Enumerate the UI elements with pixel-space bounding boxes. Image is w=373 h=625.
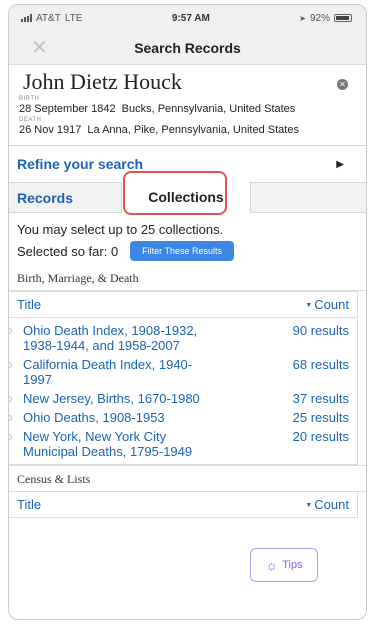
- collection-title[interactable]: California Death Index, 1940-1997: [17, 357, 207, 387]
- lightbulb-icon: ☼: [265, 557, 279, 573]
- tips-label: Tips: [282, 559, 303, 571]
- count-header-label: Count: [314, 497, 349, 512]
- selection-limit-text: You may select up to 25 collections.: [17, 222, 224, 237]
- phone-screen: AT&T LTE 9:57 AM ➤ 92% ✕ Search Records …: [8, 4, 367, 620]
- collections-info: You may select up to 25 collections. Sel…: [9, 213, 366, 261]
- table-rows: Ohio Death Index, 1908-1932, 1938-1944, …: [9, 318, 357, 464]
- network-type: LTE: [64, 12, 83, 24]
- count-header-label: Count: [314, 297, 349, 312]
- collection-title[interactable]: New York, New York City Municipal Deaths…: [17, 429, 207, 459]
- table-row[interactable]: Ohio Death Index, 1908-1932, 1938-1944, …: [9, 322, 357, 356]
- table-row[interactable]: Ohio Deaths, 1908-1953 25 results: [9, 409, 357, 428]
- checkbox-icon[interactable]: [9, 362, 12, 368]
- section-label-census-lists: Census & Lists: [9, 465, 366, 492]
- collection-count[interactable]: 25 results: [293, 410, 349, 425]
- checkbox-icon[interactable]: [9, 328, 12, 334]
- clock: 9:57 AM: [171, 12, 210, 24]
- sort-by-count[interactable]: ▼ Count: [305, 497, 349, 512]
- battery-icon: [333, 14, 352, 22]
- caret-down-icon: ▼: [305, 502, 313, 510]
- birth-place: Bucks, Pennsylvania, United States: [121, 103, 296, 115]
- highlight-annotation: [123, 171, 227, 215]
- table-header: Title ▼ Count: [9, 492, 358, 518]
- checkbox-icon[interactable]: [9, 434, 12, 440]
- collection-title[interactable]: New Jersey, Births, 1670-1980: [17, 391, 207, 406]
- tab-records[interactable]: Records: [17, 190, 73, 206]
- death-date: 26 Nov 1917: [19, 124, 82, 136]
- checkbox-icon[interactable]: [9, 396, 12, 402]
- page-title: Search Records: [134, 39, 241, 56]
- tips-button[interactable]: ☼ Tips: [250, 548, 318, 582]
- collection-title[interactable]: Ohio Death Index, 1908-1932, 1938-1944, …: [17, 323, 207, 353]
- sort-by-title[interactable]: Title: [17, 497, 41, 512]
- refine-search-label: Refine your search: [17, 156, 144, 172]
- collection-count[interactable]: 37 results: [293, 391, 349, 406]
- triangle-right-icon: ▶: [336, 158, 344, 170]
- collections-table: Title ▼ Count Ohio Death Index, 1908-1932…: [9, 291, 358, 465]
- birth-date: 28 September 1842: [19, 103, 116, 115]
- signal-icon: [21, 14, 32, 22]
- section-label-birth-marriage-death: Birth, Marriage, & Death: [9, 261, 366, 291]
- status-bar: AT&T LTE 9:57 AM ➤ 92%: [9, 5, 366, 31]
- table-row[interactable]: New York, New York City Municipal Deaths…: [9, 428, 357, 462]
- table-row[interactable]: New Jersey, Births, 1670-1980 37 results: [9, 390, 357, 409]
- sort-by-title[interactable]: Title: [17, 297, 41, 312]
- collection-title[interactable]: Ohio Deaths, 1908-1953: [17, 410, 207, 425]
- selected-count-text: Selected so far: 0: [17, 243, 119, 259]
- caret-down-icon: ▼: [305, 302, 313, 310]
- collection-count[interactable]: 90 results: [293, 323, 349, 353]
- checkbox-icon[interactable]: [9, 415, 12, 421]
- table-header: Title ▼ Count: [9, 292, 357, 318]
- location-icon: ➤: [299, 13, 306, 23]
- filter-results-button[interactable]: Filter These Results: [130, 241, 235, 261]
- collection-count[interactable]: 68 results: [293, 357, 349, 387]
- birth-line: 28 September 1842 Bucks, Pennsylvania, Un…: [19, 102, 366, 116]
- clear-icon[interactable]: ✕: [337, 79, 348, 90]
- close-icon[interactable]: ✕: [31, 38, 48, 58]
- tab-bar: Records Collections: [9, 171, 366, 215]
- death-line: 26 Nov 1917 La Anna, Pike, Pennsylvania, …: [19, 123, 366, 137]
- collection-count[interactable]: 20 results: [293, 429, 349, 459]
- sort-by-count[interactable]: ▼ Count: [305, 297, 349, 312]
- battery-percent: 92%: [309, 12, 330, 24]
- nav-bar: ✕ Search Records: [9, 31, 366, 65]
- person-name: John Dietz Houck: [23, 69, 182, 94]
- death-place: La Anna, Pike, Pennsylvania, United Stat…: [87, 124, 299, 136]
- table-row[interactable]: California Death Index, 1940-1997 68 res…: [9, 356, 357, 390]
- person-summary: John Dietz Houck ✕ BIRTH 28 September 18…: [9, 65, 366, 137]
- carrier: AT&T: [36, 12, 61, 24]
